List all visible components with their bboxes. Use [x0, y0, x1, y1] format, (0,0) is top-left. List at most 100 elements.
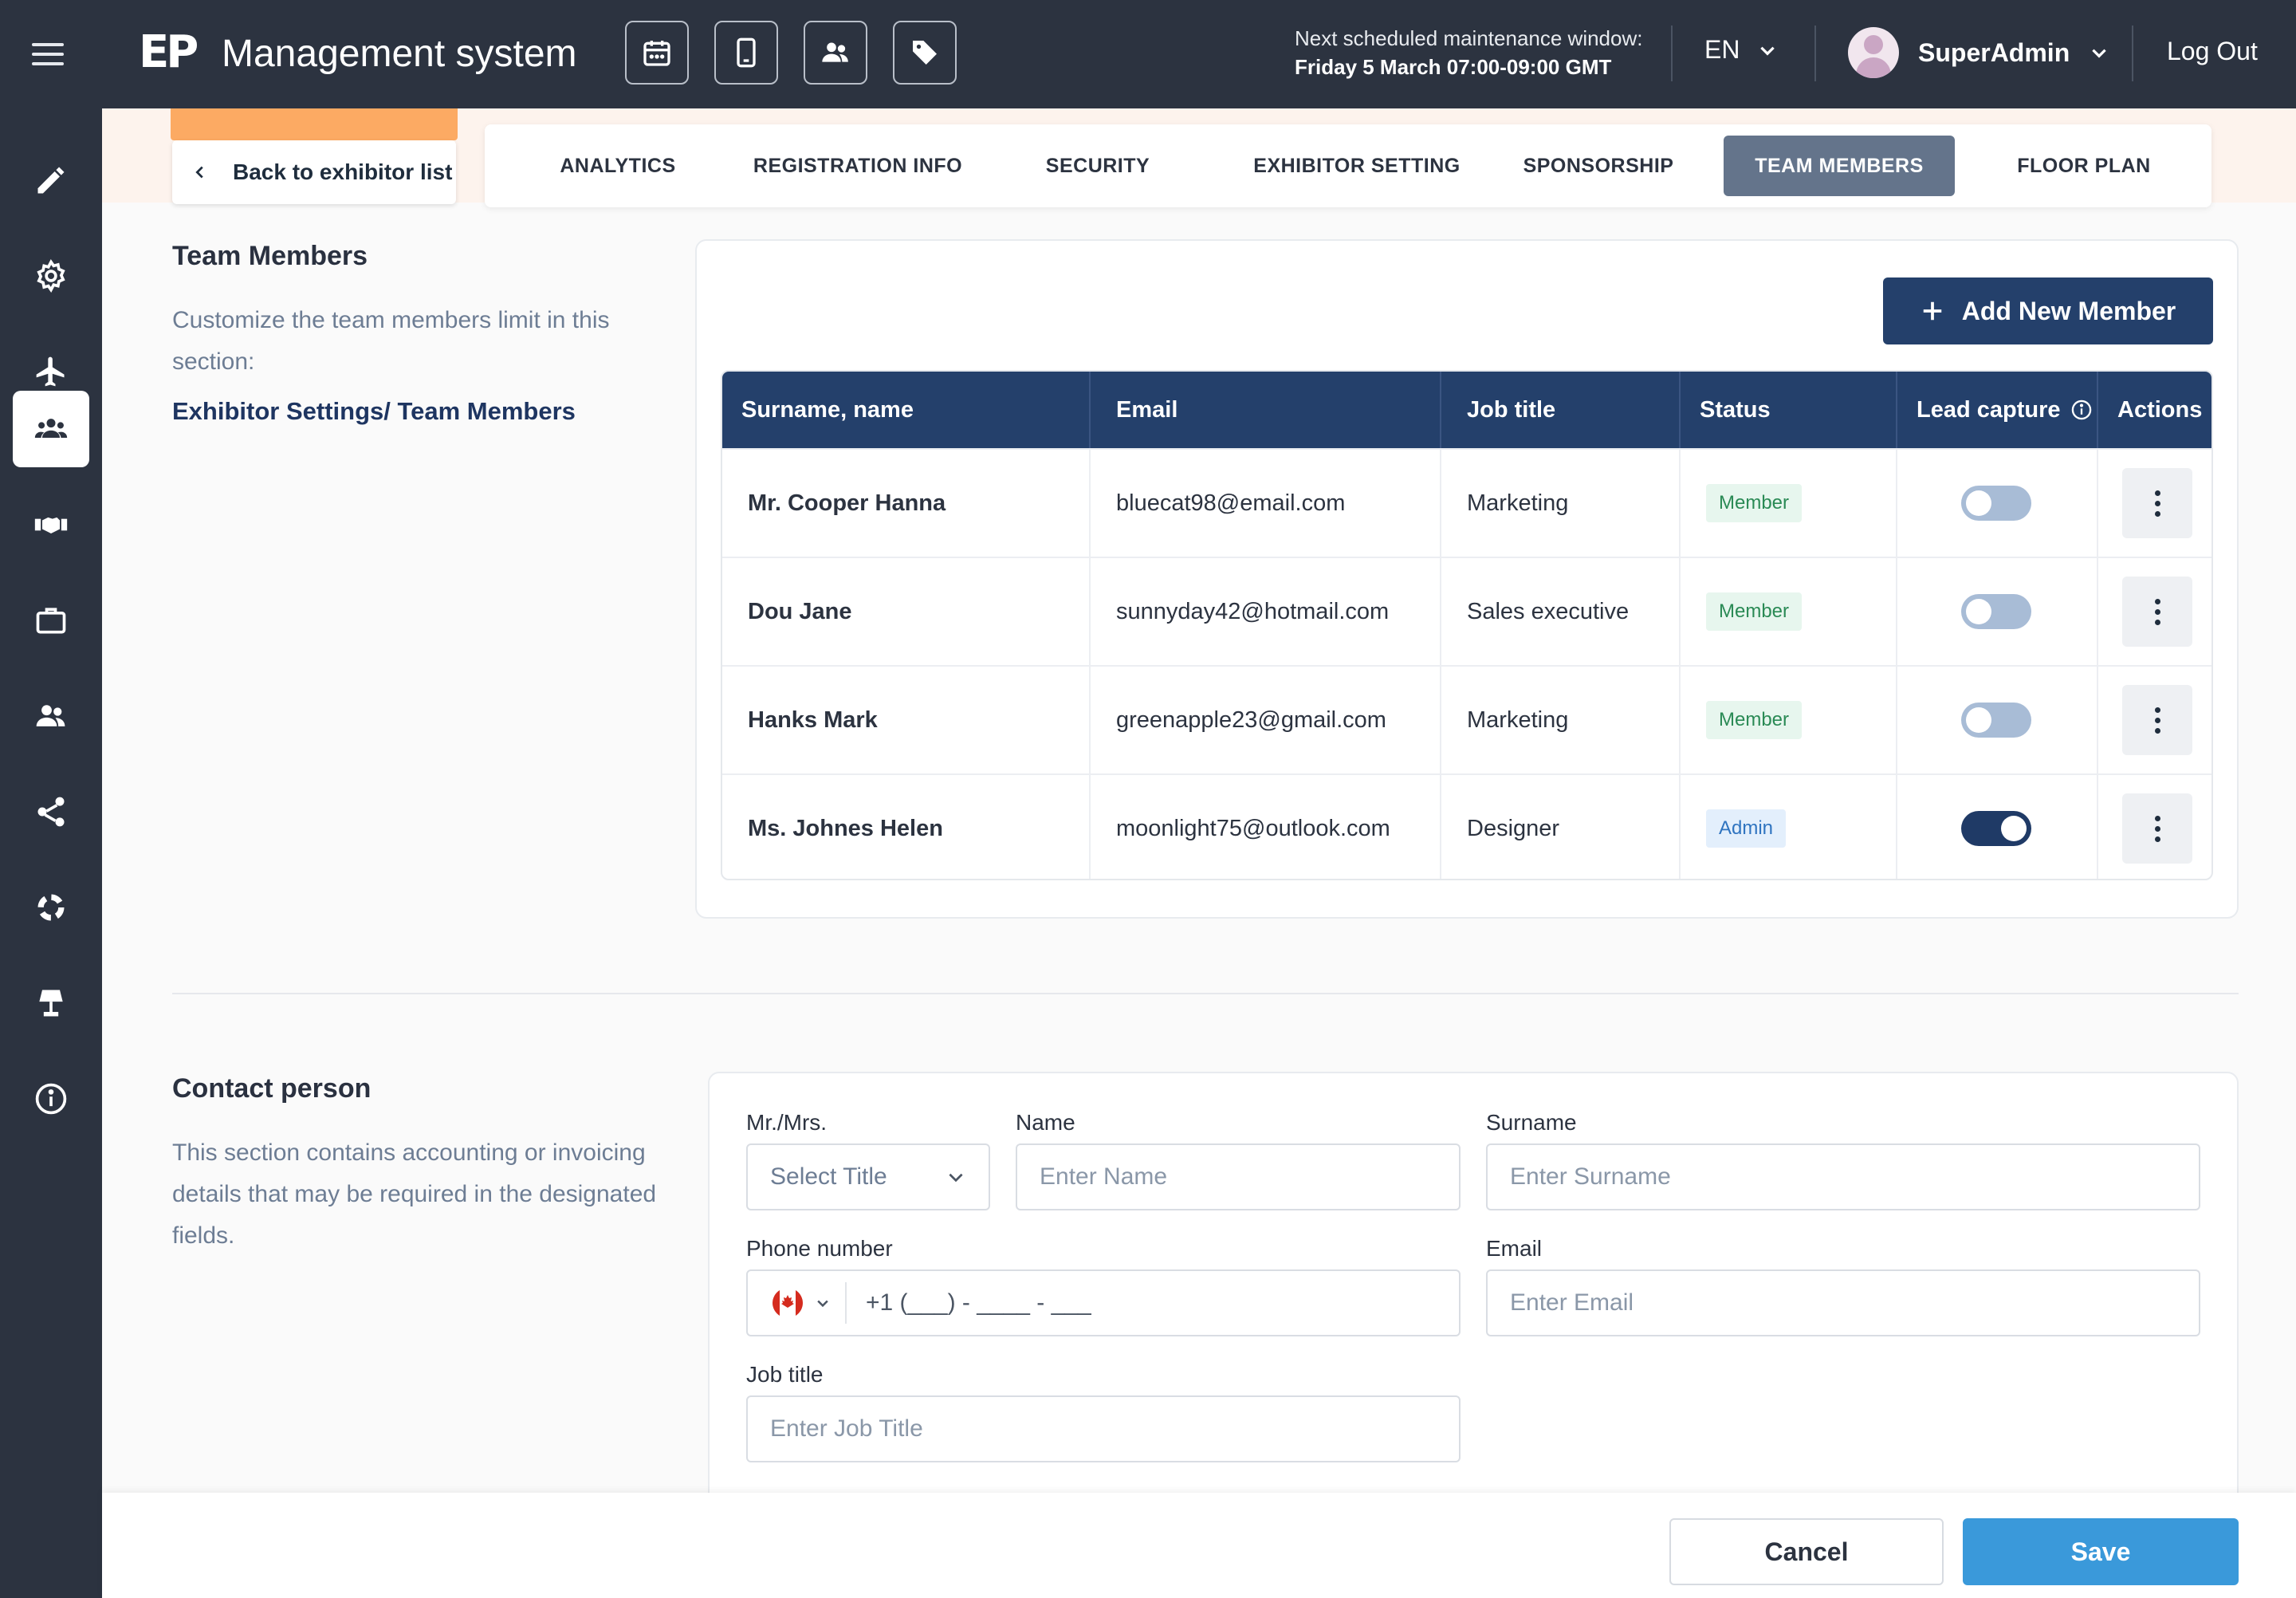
chevron-down-icon [817, 1300, 828, 1308]
column-header: Lead capture [1897, 372, 2098, 448]
phone-field[interactable]: +1 (___) - ____ - ___ [746, 1269, 1461, 1336]
menu-icon[interactable] [32, 35, 70, 73]
lead-capture-toggle[interactable] [1961, 703, 2031, 738]
user-name: SuperAdmin [1918, 37, 2070, 67]
back-label: Back to exhibitor list [233, 159, 453, 184]
cancel-button[interactable]: Cancel [1669, 1518, 1944, 1585]
team-settings-link[interactable]: Exhibitor Settings/ Team Members [172, 397, 576, 426]
tab-registration-info[interactable]: REGISTRATION INFO [738, 136, 977, 196]
status-cell: Admin [1681, 775, 1897, 879]
sidebar-item-lamp[interactable] [13, 965, 89, 1041]
add-member-button[interactable]: Add New Member [1883, 277, 2213, 344]
email-input[interactable] [1486, 1269, 2200, 1336]
avatar [1848, 27, 1899, 78]
status-badge: Member [1706, 484, 1803, 522]
save-button[interactable]: Save [1963, 1518, 2239, 1585]
table-row: Ms. Johnes Helen moonlight75@outlook.com… [722, 773, 2211, 879]
maintenance-notice: Next scheduled maintenance window: Frida… [1295, 24, 1642, 81]
tab-exhibitor-setting[interactable]: EXHIBITOR SETTING [1237, 136, 1476, 196]
lead-capture-cell [1897, 775, 2098, 879]
header-divider [2132, 26, 2133, 81]
actions-cell [2098, 558, 2211, 665]
member-job: Marketing [1441, 450, 1681, 557]
plus-icon [1923, 301, 1941, 321]
column-header: Email [1091, 372, 1441, 448]
add-member-label: Add New Member [1961, 296, 2176, 325]
title-select[interactable]: Select Title [746, 1143, 990, 1210]
info-icon[interactable] [2070, 399, 2093, 421]
pencil-icon [37, 167, 65, 194]
job-title-input[interactable] [746, 1395, 1461, 1462]
user-menu[interactable]: SuperAdmin [1848, 27, 2109, 78]
sidebar-item-settings[interactable] [13, 238, 89, 314]
chevron-left-icon [195, 166, 203, 179]
sidebar-item-users[interactable] [13, 678, 89, 754]
more-actions-icon[interactable] [2122, 793, 2192, 864]
language-select[interactable]: EN [1704, 35, 1778, 65]
lead-capture-toggle[interactable] [1961, 486, 2031, 521]
sidebar-item-info[interactable] [13, 1061, 89, 1137]
phone-input-value[interactable]: +1 (___) - ____ - ___ [847, 1289, 1091, 1317]
table-row: Mr. Cooper Hanna bluecat98@email.com Mar… [722, 448, 2211, 557]
maintenance-line2: Friday 5 March 07:00-09:00 GMT [1295, 55, 1612, 79]
member-email: greenapple23@gmail.com [1091, 667, 1441, 773]
member-email: sunnyday42@hotmail.com [1091, 558, 1441, 665]
mobile-icon[interactable] [714, 21, 778, 85]
sidebar-item-exhibitors[interactable] [13, 582, 89, 659]
briefcase-icon [36, 608, 66, 634]
lead-capture-toggle[interactable] [1961, 594, 2031, 629]
surname-label: Surname [1486, 1110, 1577, 1135]
more-actions-icon[interactable] [2122, 468, 2192, 538]
sidebar-item-edit[interactable] [13, 142, 89, 218]
sidebar-item-team[interactable] [13, 391, 89, 467]
tab-sponsorship[interactable]: SPONSORSHIP [1497, 136, 1700, 196]
header-divider [1814, 26, 1816, 81]
lead-capture-cell [1897, 450, 2098, 557]
section-divider [172, 993, 2239, 994]
team-icon [34, 419, 68, 438]
more-actions-icon[interactable] [2122, 685, 2192, 755]
table-row: Dou Jane sunnyday42@hotmail.com Sales ex… [722, 557, 2211, 665]
back-button[interactable]: Back to exhibitor list [172, 140, 456, 204]
contact-section-description: This section contains accounting or invo… [172, 1139, 657, 1249]
contact-section-title: Contact person [172, 1073, 372, 1104]
column-header: Job title [1441, 372, 1681, 448]
language-label: EN [1704, 35, 1740, 64]
logout-button[interactable]: Log Out [2167, 37, 2258, 66]
app-title: Management system [222, 33, 577, 75]
status-badge: Member [1706, 592, 1803, 631]
table-row: Hanks Mark greenapple23@gmail.com Market… [722, 665, 2211, 773]
calendar-icon[interactable] [625, 21, 689, 85]
member-name: Hanks Mark [722, 667, 1091, 773]
sidebar-item-support[interactable] [13, 869, 89, 946]
actions-cell [2098, 775, 2211, 879]
airplane-icon [36, 356, 65, 387]
member-name: Ms. Johnes Helen [722, 775, 1091, 879]
surname-input[interactable] [1486, 1143, 2200, 1210]
tab-team-members[interactable]: TEAM MEMBERS [1724, 136, 1955, 196]
country-select[interactable] [748, 1282, 847, 1324]
lead-capture-header-label: Lead capture [1917, 396, 2061, 423]
tab-analytics[interactable]: ANALYTICS [526, 136, 710, 196]
info-icon [35, 1083, 67, 1115]
lead-capture-toggle[interactable] [1961, 811, 2031, 846]
team-section-title: Team Members [172, 241, 368, 271]
name-input[interactable] [1016, 1143, 1461, 1210]
lamp-icon [39, 990, 63, 1017]
team-section-description: Customize the team members limit in this… [172, 307, 610, 375]
tab-floor-plan[interactable]: FLOOR PLAN [1980, 136, 2188, 196]
member-email: moonlight75@outlook.com [1091, 775, 1441, 879]
member-job: Designer [1441, 775, 1681, 879]
more-actions-icon[interactable] [2122, 577, 2192, 647]
header-divider [1671, 26, 1673, 81]
tag-icon[interactable] [893, 21, 957, 85]
tab-security[interactable]: SECURITY [1006, 136, 1189, 196]
member-job: Sales executive [1441, 558, 1681, 665]
sidebar [0, 108, 102, 1598]
column-header: Actions [2117, 396, 2203, 423]
column-header: Status [1681, 372, 1897, 448]
status-badge: Admin [1706, 809, 1787, 848]
sidebar-item-share[interactable] [13, 773, 89, 850]
people-icon[interactable] [804, 21, 867, 85]
sidebar-item-partners[interactable] [13, 486, 89, 563]
